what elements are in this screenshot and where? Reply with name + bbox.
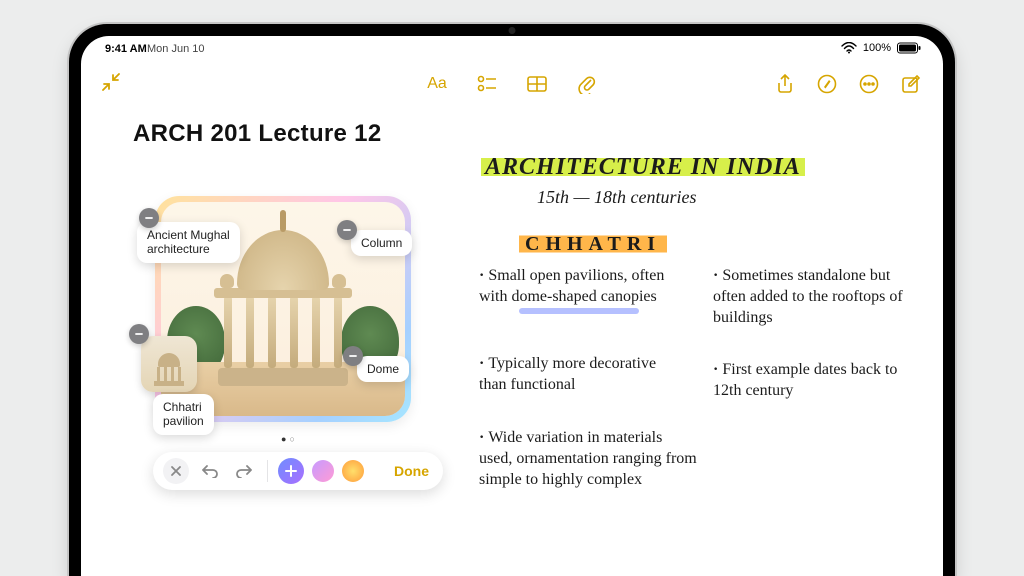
image-tag-top-right[interactable]: Column xyxy=(351,230,412,256)
text-style-button[interactable]: Aa xyxy=(427,74,447,94)
handwriting-bullet: Small open pavilions, often with dome-sh… xyxy=(479,266,679,308)
handwriting-bullet: Wide variation in materials used, orname… xyxy=(479,428,699,490)
close-button[interactable] xyxy=(163,458,189,484)
handwriting-bullet: Typically more decorative than functiona… xyxy=(479,354,679,396)
divider xyxy=(267,460,268,482)
thumbnail-image[interactable] xyxy=(141,336,197,392)
image-edit-toolbar: Done xyxy=(153,452,443,490)
status-time: 9:41 AM xyxy=(105,43,147,55)
add-button[interactable] xyxy=(278,458,304,484)
status-bar: 9:41 AM Mon Jun 10 100% xyxy=(81,36,943,62)
remove-tag-button[interactable] xyxy=(139,208,159,228)
image-tag-bottom-left[interactable]: Chhatri pavilion xyxy=(153,394,214,435)
battery-percent: 100% xyxy=(863,42,891,54)
compose-icon[interactable] xyxy=(901,74,921,94)
undo-button[interactable] xyxy=(197,458,223,484)
handwriting-subheading: 15th — 18th centuries xyxy=(537,186,697,209)
share-icon[interactable] xyxy=(775,74,795,94)
toolbar: Aa xyxy=(81,64,943,104)
collapse-icon[interactable] xyxy=(101,72,121,92)
more-icon[interactable] xyxy=(859,74,879,94)
attachment-icon[interactable] xyxy=(577,74,597,94)
redo-button[interactable] xyxy=(231,458,257,484)
markup-icon[interactable] xyxy=(817,74,837,94)
remove-tag-button[interactable] xyxy=(337,220,357,240)
style-swatch-1[interactable] xyxy=(312,460,334,482)
ipad-frame: 9:41 AM Mon Jun 10 100% Aa xyxy=(69,24,955,576)
underline-highlight xyxy=(519,308,639,314)
battery-icon xyxy=(897,42,921,54)
handwriting-section: CHHATRI xyxy=(519,232,667,257)
remove-tag-button[interactable] xyxy=(129,324,149,344)
done-button[interactable]: Done xyxy=(394,463,433,479)
handwriting-bullet: First example dates back to 12th century xyxy=(713,360,913,402)
image-tag-bottom-right[interactable]: Dome xyxy=(357,356,409,382)
wifi-icon xyxy=(841,42,857,54)
device-notch xyxy=(467,24,557,36)
style-swatch-2[interactable] xyxy=(342,460,364,482)
checklist-icon[interactable] xyxy=(477,74,497,94)
status-date: Mon Jun 10 xyxy=(147,43,204,55)
handwriting-bullet: Sometimes standalone but often added to … xyxy=(713,266,923,328)
handwriting-heading: ARCHITECTURE IN INDIA xyxy=(481,152,805,182)
image-tag-top-left[interactable]: Ancient Mughal architecture xyxy=(137,222,240,263)
table-icon[interactable] xyxy=(527,74,547,94)
page-dots[interactable]: ●○ xyxy=(281,434,298,444)
screen: 9:41 AM Mon Jun 10 100% Aa xyxy=(81,36,943,576)
note-title[interactable]: ARCH 201 Lecture 12 xyxy=(133,120,381,148)
remove-tag-button[interactable] xyxy=(343,346,363,366)
